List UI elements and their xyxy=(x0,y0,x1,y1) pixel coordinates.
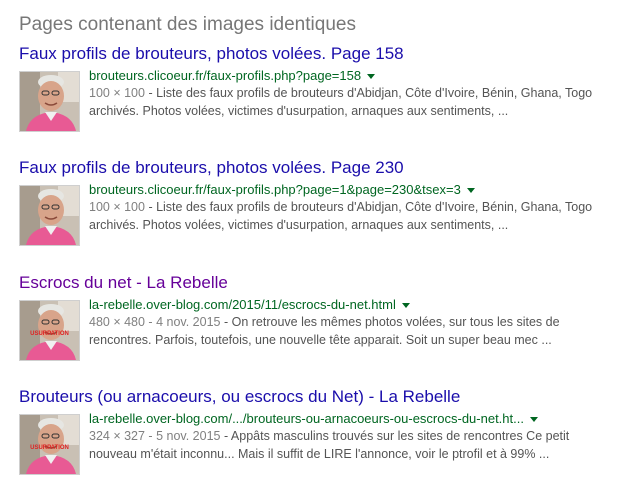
result-url-text[interactable]: brouteurs.clicoeur.fr/faux-profils.php?p… xyxy=(89,68,361,83)
result-meta: 480 × 480 - 4 nov. 2015 xyxy=(89,315,221,329)
result-url[interactable]: la-rebelle.over-blog.com/.../brouteurs-o… xyxy=(89,410,619,427)
snippet-line2: nouveau m'était inconnu... Mais il suffi… xyxy=(89,447,550,461)
result-title-link[interactable]: Escrocs du net - La Rebelle xyxy=(19,273,619,293)
thumbnail-stamp-text: USURPATION xyxy=(30,445,69,451)
result-thumbnail[interactable] xyxy=(19,71,80,132)
result-url[interactable]: brouteurs.clicoeur.fr/faux-profils.php?p… xyxy=(89,181,619,198)
thumbnail-stamp-text: USURPATION xyxy=(30,331,69,337)
search-result: Escrocs du net - La Rebelle USURPATION l… xyxy=(19,273,619,361)
section-title: Pages contenant des images identiques xyxy=(19,14,356,35)
result-thumbnail[interactable]: USURPATION xyxy=(19,300,80,361)
result-thumbnail[interactable]: USURPATION xyxy=(19,414,80,475)
result-url-text[interactable]: brouteurs.clicoeur.fr/faux-profils.php?p… xyxy=(89,182,461,197)
snippet-line1: - On retrouve les mêmes photos volées, s… xyxy=(220,315,560,329)
result-meta: 100 × 100 xyxy=(89,86,145,100)
result-snippet: 100 × 100 - Liste des faux profils de br… xyxy=(89,198,619,216)
snippet-line2: rencontres. Parfois, toutefois, une nouv… xyxy=(89,333,552,347)
result-title-link[interactable]: Brouteurs (ou arnacoeurs, ou escrocs du … xyxy=(19,387,619,407)
result-snippet: 324 × 327 - 5 nov. 2015 - Appâts masculi… xyxy=(89,427,619,445)
result-snippet: 480 × 480 - 4 nov. 2015 - On retrouve le… xyxy=(89,313,619,331)
snippet-line1: - Liste des faux profils de brouteurs d'… xyxy=(144,86,593,100)
search-result: Faux profils de brouteurs, photos volées… xyxy=(19,44,619,132)
result-meta: 324 × 327 - 5 nov. 2015 xyxy=(89,429,221,443)
result-title-link[interactable]: Faux profils de brouteurs, photos volées… xyxy=(19,44,619,64)
search-result: Faux profils de brouteurs, photos volées… xyxy=(19,158,619,246)
result-url[interactable]: la-rebelle.over-blog.com/2015/11/escrocs… xyxy=(89,296,619,313)
snippet-line1: - Liste des faux profils de brouteurs d'… xyxy=(144,200,593,214)
result-url-text[interactable]: la-rebelle.over-blog.com/2015/11/escrocs… xyxy=(89,297,396,312)
snippet-line2: archivés. Photos volées, victimes d'usur… xyxy=(89,218,509,232)
result-meta: 100 × 100 xyxy=(89,200,145,214)
dropdown-caret-icon[interactable] xyxy=(367,74,376,80)
portrait-thumbnail-image xyxy=(20,186,79,245)
dropdown-caret-icon[interactable] xyxy=(466,188,475,194)
dropdown-caret-icon[interactable] xyxy=(529,417,538,423)
result-snippet: 100 × 100 - Liste des faux profils de br… xyxy=(89,84,619,102)
result-url-text[interactable]: la-rebelle.over-blog.com/.../brouteurs-o… xyxy=(89,411,524,426)
dropdown-caret-icon[interactable] xyxy=(401,303,410,309)
search-result: Brouteurs (ou arnacoeurs, ou escrocs du … xyxy=(19,387,619,475)
snippet-line2: archivés. Photos volées, victimes d'usur… xyxy=(89,104,509,118)
snippet-line1: - Appâts masculins trouvés sur les sites… xyxy=(220,429,570,443)
result-url[interactable]: brouteurs.clicoeur.fr/faux-profils.php?p… xyxy=(89,67,619,84)
result-title-link[interactable]: Faux profils de brouteurs, photos volées… xyxy=(19,158,619,178)
portrait-thumbnail-image xyxy=(20,72,79,131)
result-thumbnail[interactable] xyxy=(19,185,80,246)
